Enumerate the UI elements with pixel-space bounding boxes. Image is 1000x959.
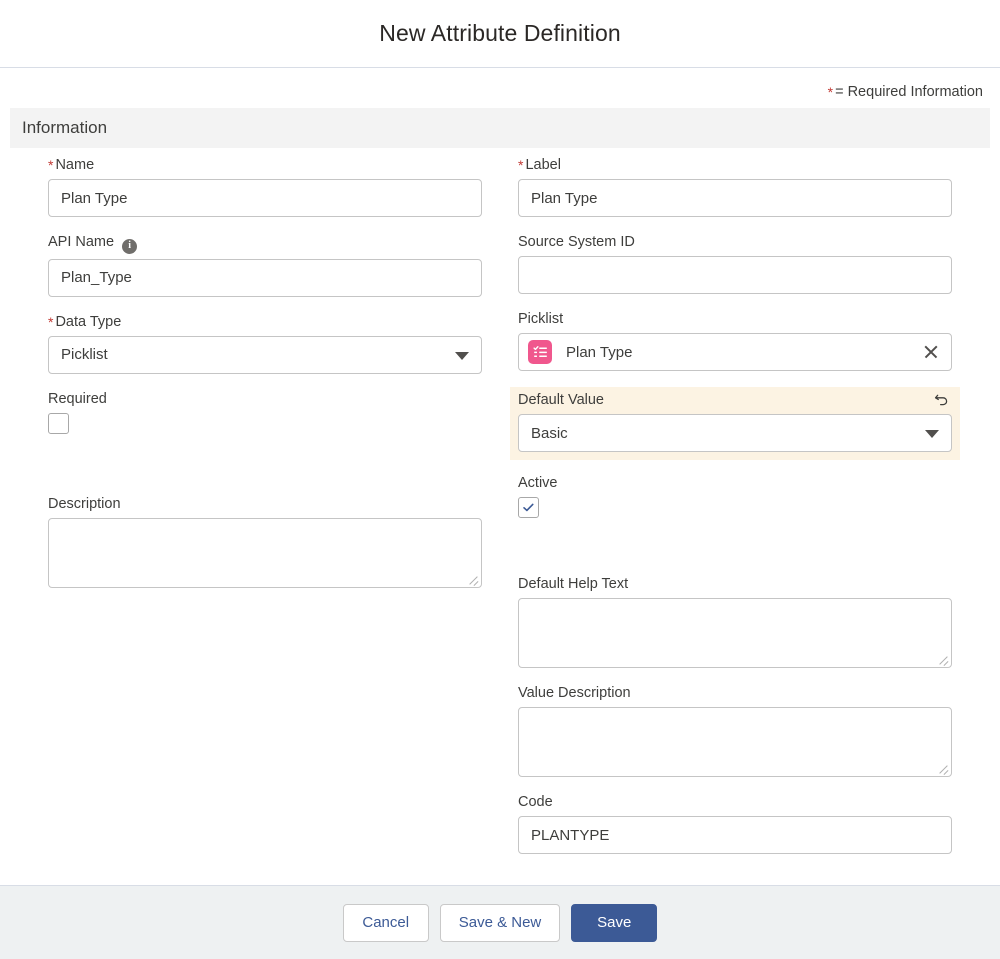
- required-information-legend: * = Required Information: [0, 68, 1000, 108]
- form-column-right: *Label Source System ID Picklist: [500, 156, 1000, 870]
- field-api-name: API Name i: [48, 233, 482, 297]
- field-source-system-id: Source System ID: [518, 233, 952, 294]
- field-value-description: Value Description: [518, 684, 952, 777]
- label-picklist: Picklist: [518, 311, 564, 327]
- required-legend-text: = Required Information: [835, 84, 983, 100]
- default-value-select-wrap: [518, 414, 952, 452]
- modal-footer: Cancel Save & New Save: [0, 885, 1000, 959]
- label-code: Code: [518, 794, 553, 810]
- label-label-text: Label: [525, 157, 561, 173]
- active-checkbox[interactable]: [518, 497, 539, 518]
- form-grid: *Name API Namei *Data Type Required: [0, 156, 1000, 870]
- label-data-type-text: Data Type: [55, 313, 122, 330]
- left-column-spacer: [48, 455, 482, 495]
- label-api-name-text: API Name: [48, 234, 115, 250]
- field-required-checkbox: Required: [48, 390, 482, 439]
- label-value-description: Value Description: [518, 685, 631, 701]
- default-help-text-textarea[interactable]: [518, 598, 952, 668]
- name-input[interactable]: [48, 179, 482, 217]
- field-label: * Label: [518, 156, 952, 217]
- page-title: New Attribute Definition: [379, 20, 621, 46]
- field-name: * Name: [48, 156, 482, 217]
- picklist-value: Plan Type: [566, 343, 633, 361]
- source-system-id-input[interactable]: [518, 256, 952, 294]
- check-icon: [523, 503, 534, 512]
- data-type-select-wrap: [48, 335, 482, 374]
- save-button[interactable]: Save: [571, 903, 658, 942]
- close-icon[interactable]: [921, 342, 941, 362]
- field-description: Description: [48, 495, 482, 588]
- picklist-lookup[interactable]: Plan Type: [518, 333, 952, 371]
- label-default-help-text: Default Help Text: [518, 576, 629, 592]
- field-default-value: Default Value: [510, 387, 960, 460]
- modal-header: New Attribute Definition: [0, 0, 1000, 68]
- label-required: Required: [48, 390, 107, 407]
- new-attribute-definition-modal: New Attribute Definition * = Required Inf…: [0, 0, 1000, 959]
- field-code: Code: [518, 793, 952, 854]
- required-asterisk: *: [827, 84, 834, 100]
- data-type-select[interactable]: [48, 335, 482, 374]
- field-active-checkbox: Active: [518, 474, 952, 519]
- value-description-wrap: [518, 707, 952, 777]
- api-name-input[interactable]: [48, 258, 482, 297]
- field-picklist: Picklist Plan Type: [518, 310, 952, 371]
- label-source-system-id: Source System ID: [518, 234, 635, 250]
- required-checkbox[interactable]: [48, 412, 69, 434]
- default-value-select[interactable]: [518, 414, 952, 452]
- label-name: * Name: [48, 156, 482, 174]
- cancel-button[interactable]: Cancel: [342, 903, 429, 942]
- form-column-left: *Name API Namei *Data Type Required: [0, 156, 500, 870]
- description-wrap: [48, 517, 482, 588]
- label-api-name: API Name i: [48, 233, 482, 254]
- section-header-information: Information: [10, 108, 990, 148]
- undo-icon[interactable]: [930, 389, 952, 409]
- required-asterisk: *: [518, 157, 524, 173]
- modal-body: * = Required Information Information * Nam…: [0, 68, 1000, 885]
- label-input[interactable]: [518, 179, 952, 217]
- picklist-icon: [528, 340, 552, 364]
- default-help-text-wrap: [518, 598, 952, 668]
- field-default-help-text: Default Help Text: [518, 575, 952, 668]
- label-data-type: * Data Type: [48, 313, 482, 331]
- label-name-text: Name: [55, 157, 95, 173]
- label-active: Active: [518, 475, 558, 491]
- info-icon[interactable]: i: [122, 238, 138, 254]
- required-asterisk: *: [48, 313, 54, 330]
- save-and-new-button[interactable]: Save & New: [439, 903, 561, 942]
- field-data-type: * Data Type: [48, 313, 482, 374]
- section-title: Information: [22, 118, 108, 137]
- right-column-spacer: [518, 535, 952, 575]
- label-label: * Label: [518, 156, 952, 174]
- label-default-value: Default Value: [518, 392, 604, 408]
- description-textarea[interactable]: [48, 517, 482, 588]
- required-asterisk: *: [48, 157, 54, 173]
- code-input[interactable]: [518, 816, 952, 854]
- label-description: Description: [48, 495, 121, 512]
- value-description-textarea[interactable]: [518, 707, 952, 777]
